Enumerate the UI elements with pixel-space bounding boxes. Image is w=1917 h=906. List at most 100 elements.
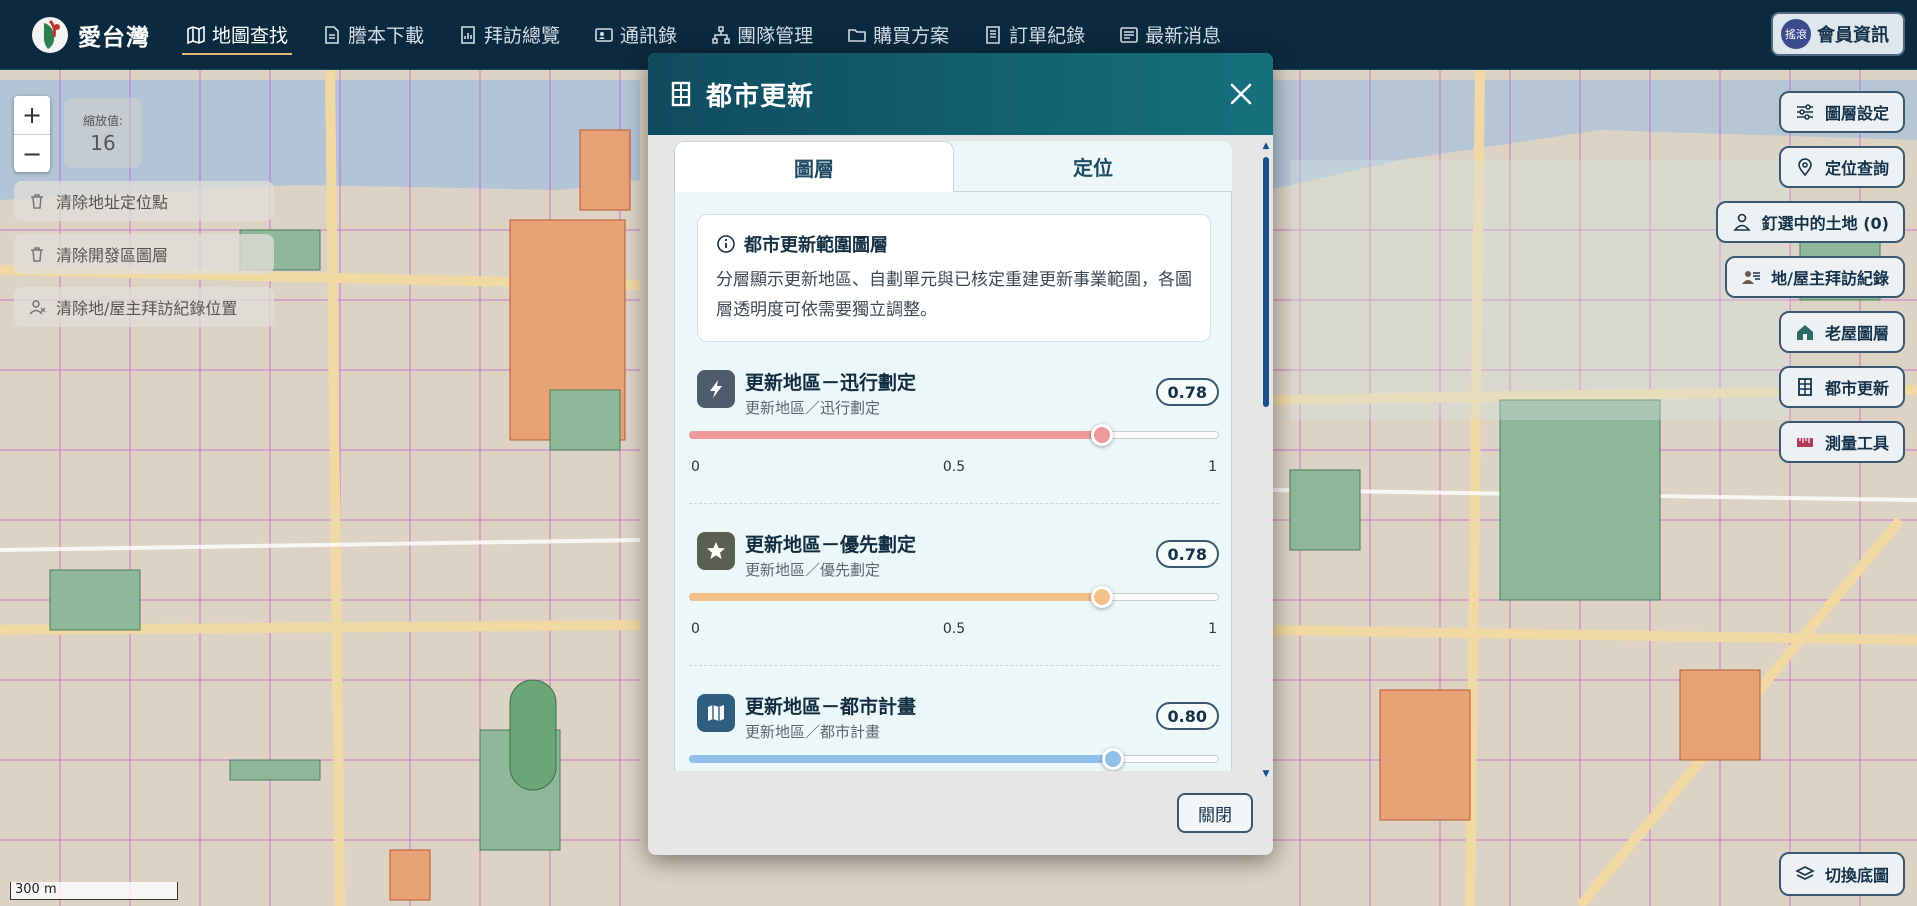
- scroll-up-arrow[interactable]: ▲: [1262, 141, 1270, 151]
- slider-fill: [689, 431, 1103, 439]
- zoom-out-button[interactable]: −: [14, 134, 50, 172]
- info-title: 都市更新範圍圖層: [716, 231, 1194, 257]
- layer-icon: [697, 694, 735, 732]
- nav-item-map-search[interactable]: 地圖查找: [176, 0, 298, 70]
- building-icon: [1798, 378, 1812, 396]
- pinned-land-button[interactable]: 釘選中的土地 (0): [1715, 201, 1905, 243]
- member-info-button[interactable]: 搖滾 會員資訊: [1771, 12, 1905, 56]
- urban-renewal-button[interactable]: 都市更新: [1778, 366, 1905, 408]
- info-card: 都市更新範圍圖層 分層顯示更新地區、自劃單元與已核定重建更新事業範圍，各圖層透明…: [697, 214, 1211, 342]
- nav-label: 最新消息: [1145, 25, 1222, 47]
- nav-label: 謄本下載: [348, 25, 425, 47]
- map-action-label: 清除地/屋主拜訪紀錄位置: [56, 299, 238, 318]
- ruler-icon: [1796, 438, 1813, 447]
- map-action-label: 清除地址定位點: [56, 193, 169, 212]
- nav-item-transcript-download[interactable]: 謄本下載: [312, 0, 434, 70]
- contact-card-icon: [595, 27, 613, 42]
- urban-renewal-modal: 都市更新 圖層 定位 都市更新範圍圖層 分層顯示更新地區、自劃單元與已核定重建更…: [648, 53, 1273, 855]
- layer-icon: [697, 370, 735, 408]
- location-search-button[interactable]: 定位查詢: [1778, 146, 1905, 188]
- slider-fill: [689, 593, 1103, 601]
- layer-subtitle: 更新地區／都市計畫: [745, 723, 881, 741]
- nav-label: 訂單紀錄: [1009, 25, 1086, 47]
- slider-thumb[interactable]: [1091, 586, 1114, 608]
- close-button[interactable]: 關閉: [1177, 793, 1253, 833]
- side-button-label: 定位查詢: [1824, 159, 1889, 178]
- tick-mid: 0.5: [942, 459, 966, 475]
- brand[interactable]: 愛台灣: [30, 15, 150, 55]
- opacity-slider[interactable]: [689, 748, 1219, 770]
- info-icon: [717, 235, 735, 253]
- house-icon: [1796, 325, 1813, 340]
- old-house-layer-button[interactable]: 老屋圖層: [1778, 311, 1905, 353]
- clear-address-marker-button[interactable]: 清除地址定位點: [14, 181, 274, 221]
- owner-visit-records-button[interactable]: 地/屋主拜訪紀錄: [1725, 256, 1905, 298]
- zoom-level-label: 縮放值:: [82, 114, 124, 128]
- modal-scrollbar[interactable]: ▲ ▼: [1262, 141, 1270, 779]
- clear-development-layer-button[interactable]: 清除開發區圖層: [14, 234, 274, 274]
- layer-item-urgent-designation: 更新地區－迅行劃定 更新地區／迅行劃定 0.78 0 0.5 1: [689, 342, 1219, 504]
- tick-max: 1: [1208, 621, 1217, 637]
- zoom-in-button[interactable]: +: [14, 96, 50, 134]
- nav-item-visit-overview[interactable]: 拜訪總覽: [448, 0, 570, 70]
- slider-thumb[interactable]: [1091, 424, 1114, 446]
- star-icon: [707, 542, 725, 559]
- map-icon: [187, 25, 205, 44]
- sliders-icon: [1796, 104, 1813, 120]
- info-description: 分層顯示更新地區、自劃單元與已核定重建更新事業範圍，各圖層透明度可依需要獨立調整…: [716, 270, 1192, 320]
- team-icon: [712, 25, 730, 44]
- news-icon: [1120, 26, 1138, 43]
- nav-label: 通訊錄: [620, 25, 678, 47]
- nav-label: 地圖查找: [212, 25, 289, 47]
- close-icon[interactable]: [1225, 78, 1257, 110]
- side-button-label: 圖層設定: [1824, 104, 1889, 123]
- layer-settings-button[interactable]: 圖層設定: [1778, 91, 1905, 133]
- avatar: 搖滾: [1781, 19, 1811, 49]
- modal-tabs: 圖層 定位: [674, 141, 1232, 192]
- measure-tool-button[interactable]: 測量工具: [1778, 421, 1905, 463]
- layer-name: 更新地區－迅行劃定: [745, 372, 917, 394]
- tab-locate[interactable]: 定位: [954, 141, 1232, 192]
- nav-label: 團隊管理: [737, 25, 814, 47]
- side-button-label: 都市更新: [1824, 379, 1889, 398]
- lightning-icon: [710, 380, 722, 398]
- location-pin-icon: [1798, 158, 1812, 177]
- opacity-badge: 0.78: [1155, 540, 1219, 568]
- zoom-level-display: 縮放值: 16: [64, 98, 142, 168]
- switch-basemap-button[interactable]: 切換底圖: [1778, 852, 1905, 896]
- side-button-label: 釘選中的土地 (0): [1761, 214, 1889, 233]
- opacity-badge: 0.80: [1155, 702, 1219, 730]
- layers-panel: 都市更新範圍圖層 分層顯示更新地區、自劃單元與已核定重建更新事業範圍，各圖層透明…: [674, 192, 1232, 771]
- tick-min: 0: [691, 621, 700, 637]
- modal-body: 圖層 定位 都市更新範圍圖層 分層顯示更新地區、自劃單元與已核定重建更新事業範圍…: [674, 141, 1232, 771]
- layer-icon: [697, 532, 735, 570]
- slider-ticks: 0 0.5 1: [689, 459, 1219, 477]
- user-remove-icon: [29, 300, 46, 315]
- user-group-icon: [1742, 271, 1761, 284]
- receipt-icon: [986, 25, 1000, 44]
- layer-name: 更新地區－優先劃定: [745, 534, 917, 556]
- scroll-thumb[interactable]: [1263, 157, 1269, 407]
- side-button-label: 地/屋主拜訪紀錄: [1771, 269, 1889, 288]
- opacity-slider[interactable]: [689, 586, 1219, 608]
- zoom-level-value: 16: [90, 131, 116, 155]
- scroll-down-arrow[interactable]: ▼: [1262, 769, 1270, 779]
- building-icon: [671, 81, 691, 107]
- opacity-badge: 0.78: [1155, 378, 1219, 406]
- document-icon: [325, 25, 339, 44]
- slider-thumb[interactable]: [1102, 748, 1124, 770]
- layer-name: 更新地區－都市計畫: [745, 696, 917, 718]
- slider-ticks: 0 0.5 1: [689, 621, 1219, 639]
- slider-fill: [689, 755, 1113, 763]
- brand-name: 愛台灣: [78, 24, 150, 51]
- zoom-control: + −: [14, 96, 50, 172]
- layer-subtitle: 更新地區／優先劃定: [745, 561, 881, 579]
- clear-owner-visit-markers-button[interactable]: 清除地/屋主拜訪紀錄位置: [14, 287, 274, 327]
- opacity-slider[interactable]: [689, 424, 1219, 446]
- app-logo-icon: [32, 16, 68, 53]
- tab-layers[interactable]: 圖層: [674, 141, 954, 192]
- member-info-label: 會員資訊: [1817, 25, 1889, 46]
- map-scale-bar: 300 m: [10, 882, 178, 900]
- layer-item-urban-plan: 更新地區－都市計畫 更新地區／都市計畫 0.80 0 0.5 1: [689, 666, 1219, 771]
- trash-icon: [31, 194, 43, 209]
